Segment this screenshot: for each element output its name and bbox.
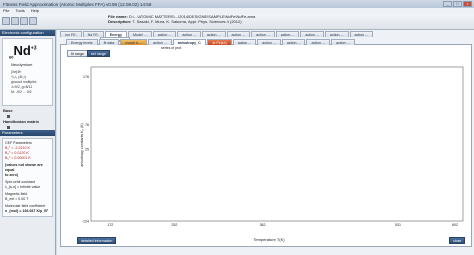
close-button[interactable]: close — [449, 237, 466, 244]
ion-card: 60Nd+3 Neodymium [Xe]4f³ ⁴I₉/₂ (4f₂³) gr… — [2, 38, 53, 106]
x-tick-label: 531 — [395, 223, 401, 227]
chart-axes: 172 252 362 531 602 -124 25 76 176 — [82, 66, 464, 227]
tab-action-1[interactable]: action ... — [152, 31, 177, 37]
save-icon[interactable] — [20, 17, 28, 25]
tab-ion[interactable]: Ion FE: — [60, 31, 82, 37]
tab-action-4[interactable]: action ... — [226, 31, 251, 37]
x-tick-label: 252 — [171, 223, 177, 227]
tab-model[interactable]: Model ... — [127, 31, 152, 37]
parameters-header: Parameters — [0, 130, 55, 136]
tab-action-3[interactable]: action ... — [201, 31, 226, 37]
toolbar-icons — [2, 17, 37, 25]
tab-action-8[interactable]: action ... — [324, 31, 349, 37]
y-tick-label: 25 — [85, 148, 89, 152]
electronic-config-header: Electronic configuration — [0, 30, 55, 36]
plot-frame: Energy levels fit data model A ... actio… — [60, 39, 472, 247]
x-tick-label: 602 — [452, 223, 458, 227]
y-axis-label: anisotropy constants K₁ (K) — [80, 123, 84, 166]
anisotropy-chart: 172 252 362 531 602 -124 25 76 176 Temperature T… — [80, 66, 464, 242]
minimize-button[interactable]: _ — [443, 1, 452, 7]
window-controls: _ □ × — [443, 1, 472, 7]
toolbar: File name: D:\...\ATOMIC MATTERS\...\201… — [0, 14, 474, 30]
ion-symbol: 60Nd+3 — [9, 43, 37, 60]
close-window-button[interactable]: × — [463, 1, 472, 7]
parameters-box: CEF Parameters B₂⁰ = -2.2210 K B₄⁰ = 0.0… — [2, 138, 53, 217]
y-tick-label: -124 — [82, 219, 89, 223]
ion-config: [Xe]4f³ ⁴I₉/₂ (4f₂³) ground multiplet: J… — [11, 70, 37, 94]
description-value: T. Sasaki, F. Mura, K. Sakuma, Appl. Phy… — [132, 18, 242, 24]
window-title: Fitness Field Approximation (Atomic Mult… — [3, 1, 152, 7]
main-area: Ion FE: Nd FE: Energy Model ... action .… — [57, 30, 474, 255]
detailed-info-button[interactable]: detailed information — [77, 237, 117, 244]
tab-action-9[interactable]: action ... — [349, 31, 374, 37]
tab-action-5[interactable]: action ... — [251, 31, 275, 37]
ion-name: Neodymium — [11, 62, 33, 67]
new-file-icon[interactable] — [2, 17, 10, 25]
print-icon[interactable] — [29, 17, 37, 25]
description-label: Description: — [108, 18, 132, 24]
hamiltonian-toggle[interactable] — [7, 126, 10, 129]
tab-action-6[interactable]: action ... — [275, 31, 300, 37]
left-panel: Electronic configuration 60Nd+3 Neodymiu… — [0, 30, 56, 255]
y-tick-label: 76 — [85, 123, 89, 127]
y-tick-label: 176 — [83, 75, 89, 79]
title-bar: Fitness Field Approximation (Atomic Mult… — [0, 0, 474, 8]
base-toggle[interactable] — [7, 115, 10, 118]
tab-action-7[interactable]: action ... — [300, 31, 324, 37]
open-file-icon[interactable] — [11, 17, 19, 25]
maximize-button[interactable]: □ — [453, 1, 462, 7]
tab-action-2[interactable]: action ... — [177, 31, 201, 37]
x-axis-label: Temperature T(K) — [253, 237, 285, 242]
x-tick-label: 172 — [107, 223, 113, 227]
plot-area — [90, 66, 464, 222]
file-meta: File name: D:\...\ATOMIC MATTERS\...\201… — [108, 14, 255, 24]
x-tick-label: 362 — [260, 223, 266, 227]
